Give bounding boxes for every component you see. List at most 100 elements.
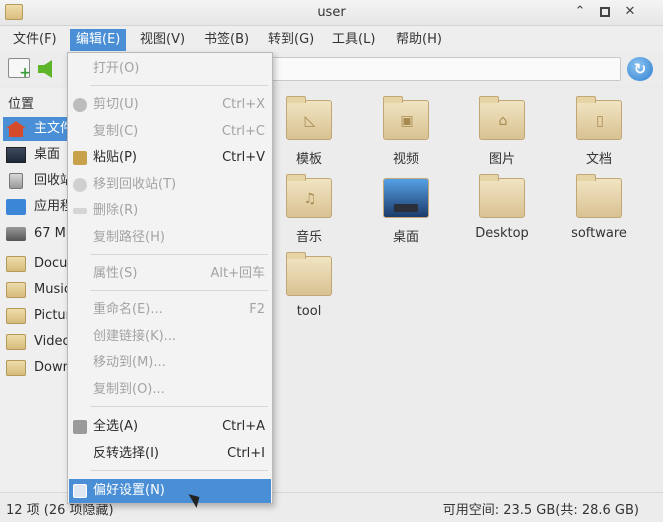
menu-item-rename[interactable]: 重命名(E)... F2	[69, 298, 271, 322]
title-bar: user ⌃ ✕	[0, 0, 663, 26]
videos-folder-icon: ▣	[383, 96, 429, 140]
documents-folder-icon: ▯	[576, 96, 622, 140]
drive-icon	[6, 227, 26, 241]
file-label: Desktop	[475, 226, 529, 241]
delete-icon	[73, 208, 87, 214]
file-label: 图片	[488, 152, 515, 167]
menu-bookmarks[interactable]: 书签(B)	[198, 29, 255, 51]
minimize-button[interactable]: ⌃	[572, 4, 588, 20]
scissors-icon	[73, 98, 87, 112]
menu-item-copy[interactable]: 复制(C) Ctrl+C	[69, 120, 271, 144]
sidebar-item-music[interactable]: Music	[3, 278, 70, 302]
folder-icon	[6, 360, 26, 376]
menu-separator	[90, 85, 268, 86]
sidebar-item-label: 主文件夹	[34, 121, 70, 136]
menu-item-open[interactable]: 打开(O)	[69, 57, 271, 81]
path-bar[interactable]	[268, 57, 621, 81]
folder-icon	[6, 334, 26, 350]
menu-bar: 文件(F) 编辑(E) 视图(V) 书签(B) 转到(G) 工具(L) 帮助(H…	[0, 26, 663, 52]
sidebar-item-label: 67 MB	[34, 226, 70, 241]
sidebar-item-volume[interactable]: 67 MB	[3, 222, 70, 246]
file-item[interactable]: Desktop	[454, 170, 550, 246]
file-item[interactable]: 桌面	[358, 170, 454, 246]
menu-separator	[90, 290, 268, 291]
file-view: ◺ 模板 ▣ 视频 ⌂ 图片 ▯ 文档 ♫ 音乐 桌面 Desktop soft…	[272, 88, 663, 492]
sidebar-item-desktop[interactable]: 桌面	[3, 143, 70, 167]
preferences-icon	[73, 484, 87, 498]
edit-menu-dropdown: 打开(O) 剪切(U) Ctrl+X 复制(C) Ctrl+C 粘贴(P) Ct…	[67, 52, 273, 504]
file-label: 音乐	[295, 230, 322, 245]
menu-item-copy-path[interactable]: 复制路径(H)	[69, 226, 271, 250]
menu-item-copy-to[interactable]: 复制到(O)...	[69, 378, 271, 402]
folder-icon	[576, 174, 622, 218]
menu-item-preferences[interactable]: 偏好设置(N)	[69, 479, 271, 503]
sidebar: 位置 主文件夹 桌面 回收站 应用程序 67 MB Documents Musi…	[0, 88, 70, 492]
close-button[interactable]: ✕	[622, 4, 638, 20]
sidebar-item-documents[interactable]: Documents	[3, 252, 70, 276]
folder-icon	[6, 282, 26, 298]
sidebar-item-videos[interactable]: Videos	[3, 330, 70, 354]
free-space: 可用空间: 23.5 GB(共: 28.6 GB)	[442, 503, 639, 518]
sidebar-item-label: Music	[34, 282, 70, 297]
menu-item-properties[interactable]: 属性(S) Alt+回车	[69, 262, 271, 286]
new-tab-icon[interactable]	[8, 58, 31, 81]
menu-item-delete[interactable]: 删除(R)	[69, 199, 271, 223]
folder-icon	[6, 256, 26, 272]
menu-separator	[90, 406, 268, 407]
home-icon	[6, 121, 26, 137]
trash-icon	[9, 173, 23, 189]
folder-icon	[286, 252, 332, 296]
file-item[interactable]: ▣ 视频	[358, 92, 454, 168]
menu-go[interactable]: 转到(G)	[262, 29, 320, 51]
file-item[interactable]: ▯ 文档	[551, 92, 647, 168]
menu-file[interactable]: 文件(F)	[7, 29, 63, 51]
file-label: tool	[296, 304, 322, 319]
file-label: 模板	[295, 152, 322, 167]
pictures-folder-icon: ⌂	[479, 96, 525, 140]
file-item[interactable]: ♫ 音乐	[261, 170, 357, 246]
paste-icon	[73, 151, 87, 165]
sidebar-item-downloads[interactable]: Downloads	[3, 356, 70, 380]
file-item[interactable]: ⌂ 图片	[454, 92, 550, 168]
desktop-icon	[6, 147, 26, 163]
file-label: 桌面	[392, 230, 419, 245]
menu-item-cut[interactable]: 剪切(U) Ctrl+X	[69, 93, 271, 117]
file-item[interactable]: ◺ 模板	[261, 92, 357, 168]
window-title: user	[317, 5, 346, 20]
applications-icon	[6, 199, 26, 215]
menu-separator	[90, 254, 268, 255]
sidebar-item-pictures[interactable]: Pictures	[3, 304, 70, 328]
sidebar-item-trash[interactable]: 回收站	[3, 169, 70, 193]
file-item[interactable]: tool	[261, 248, 357, 324]
menu-item-select-all[interactable]: 全选(A) Ctrl+A	[69, 415, 271, 439]
menu-edit[interactable]: 编辑(E)	[70, 29, 127, 51]
menu-item-invert-selection[interactable]: 反转选择(I) Ctrl+I	[69, 442, 271, 466]
go-refresh-icon[interactable]: ↻	[627, 57, 653, 81]
sidebar-item-label: Documents	[34, 256, 70, 271]
menu-separator	[90, 470, 268, 471]
back-arrow-icon[interactable]	[38, 60, 52, 78]
sidebar-item-home[interactable]: 主文件夹	[3, 117, 70, 141]
select-all-icon	[73, 420, 87, 434]
maximize-button[interactable]	[597, 4, 613, 20]
desktop-folder-icon	[383, 178, 429, 218]
sidebar-item-label: 桌面	[34, 147, 61, 162]
menu-item-move-to-trash[interactable]: 移到回收站(T)	[69, 173, 271, 197]
sidebar-item-label: Videos	[34, 334, 70, 349]
folder-icon	[6, 308, 26, 324]
file-label: 视频	[392, 152, 419, 167]
menu-help[interactable]: 帮助(H)	[390, 29, 448, 51]
file-label: 文档	[585, 152, 612, 167]
sidebar-item-applications[interactable]: 应用程序	[3, 195, 70, 219]
sidebar-item-label: Pictures	[34, 308, 70, 323]
menu-item-create-link[interactable]: 创建链接(K)...	[69, 325, 271, 349]
menu-view[interactable]: 视图(V)	[134, 29, 191, 51]
menu-item-move-to[interactable]: 移动到(M)...	[69, 351, 271, 375]
menu-item-paste[interactable]: 粘贴(P) Ctrl+V	[69, 146, 271, 170]
file-label: software	[571, 226, 627, 241]
folder-icon	[479, 174, 525, 218]
menu-tools[interactable]: 工具(L)	[326, 29, 381, 51]
sidebar-item-label: Downloads	[34, 360, 70, 375]
sidebar-item-label: 回收站	[34, 173, 70, 188]
file-item[interactable]: software	[551, 170, 647, 246]
